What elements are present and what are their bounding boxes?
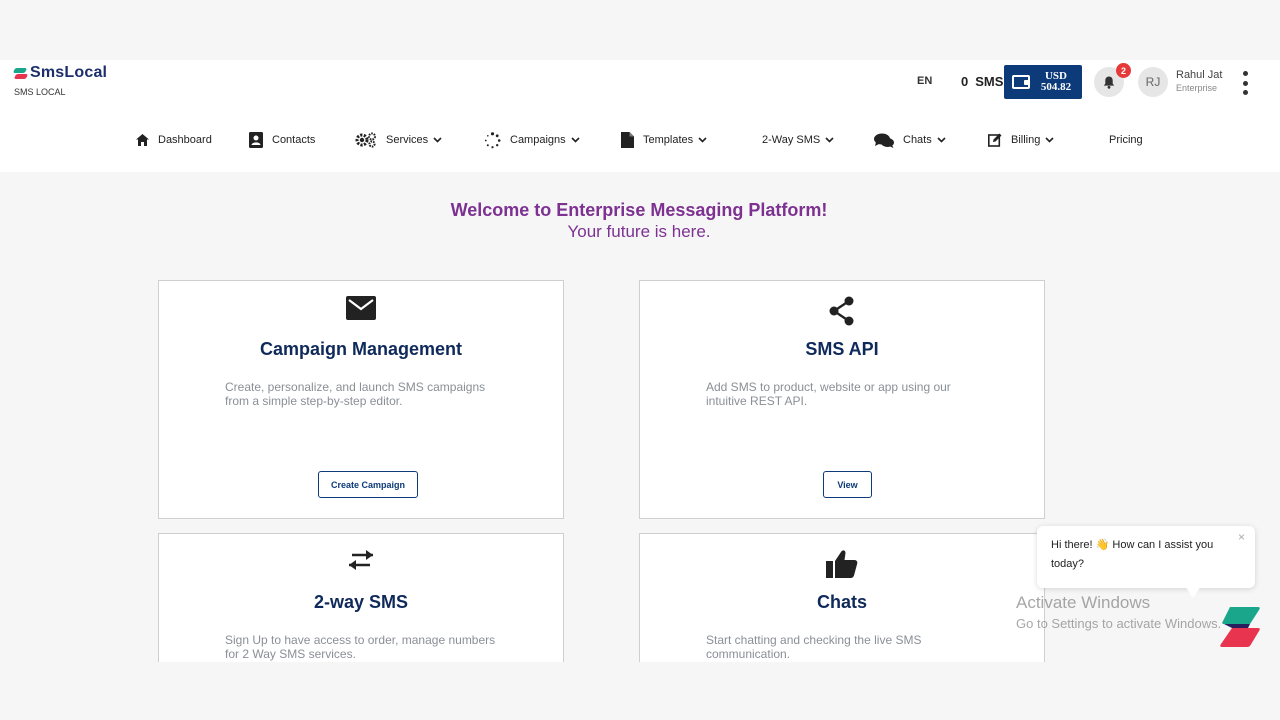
wallet-amount: 504.82 bbox=[1040, 81, 1072, 93]
top-header: SmsLocal SMS LOCAL EN 0 SMS USD 504.82 2 … bbox=[0, 60, 1280, 172]
wallet-icon bbox=[1012, 75, 1030, 89]
nav-chats[interactable]: Chats bbox=[874, 130, 946, 150]
card-sms-api: SMS API Add SMS to product, website or a… bbox=[639, 280, 1045, 519]
envelope-icon bbox=[346, 296, 376, 320]
welcome-subtitle: Your future is here. bbox=[567, 222, 711, 241]
notification-badge: 2 bbox=[1116, 63, 1131, 78]
card-title: SMS API bbox=[805, 339, 879, 359]
nav-pricing[interactable]: Pricing bbox=[1109, 130, 1143, 150]
spinner-icon bbox=[484, 131, 501, 148]
brand-name: SmsLocal bbox=[30, 64, 108, 81]
close-icon[interactable]: × bbox=[1238, 530, 1245, 544]
chat-greeting-popup[interactable]: Hi there! 👋 How can I assist you today? … bbox=[1037, 526, 1255, 588]
chevron-down-icon bbox=[937, 137, 946, 143]
nav-2way-sms-label: 2-Way SMS bbox=[762, 134, 821, 146]
card-title: Chats bbox=[816, 592, 867, 612]
view-api-button[interactable]: View bbox=[823, 471, 872, 498]
nav-billing-label: Billing bbox=[1011, 134, 1041, 146]
nav-campaigns-label: Campaigns bbox=[510, 134, 566, 146]
nav-pricing-label: Pricing bbox=[1109, 134, 1143, 146]
nav-services-label: Services bbox=[386, 134, 429, 146]
logo-mark-icon bbox=[14, 66, 28, 80]
nav-contacts-label: Contacts bbox=[272, 134, 316, 146]
nav-chats-label: Chats bbox=[903, 134, 932, 146]
share-icon bbox=[829, 296, 854, 326]
chevron-down-icon bbox=[698, 137, 707, 143]
nav-services[interactable]: Services bbox=[355, 130, 442, 150]
more-options-button[interactable] bbox=[1240, 71, 1250, 95]
thumbs-up-icon bbox=[826, 550, 858, 578]
user-avatar[interactable]: RJ bbox=[1138, 67, 1168, 97]
nav-dashboard-label: Dashboard bbox=[158, 134, 212, 146]
card-description: Sign Up to have access to order, manage … bbox=[225, 633, 496, 661]
card-campaign-management: Campaign Management Create, personalize,… bbox=[158, 280, 564, 519]
nav-dashboard[interactable]: Dashboard bbox=[136, 130, 212, 150]
sms-count-label: SMS bbox=[975, 74, 1004, 89]
nav-templates-label: Templates bbox=[643, 134, 694, 146]
chevron-down-icon bbox=[433, 137, 442, 143]
card-2way-sms: 2-way SMS Sign Up to have access to orde… bbox=[158, 533, 564, 662]
user-name[interactable]: Rahul Jat bbox=[1176, 69, 1222, 81]
document-icon bbox=[621, 132, 634, 148]
card-chats: Chats Start chatting and checking the li… bbox=[639, 533, 1045, 662]
windows-activation-title: Activate Windows bbox=[1016, 593, 1151, 612]
bell-icon bbox=[1103, 76, 1115, 89]
nav-templates[interactable]: Templates bbox=[621, 130, 707, 150]
brand-logo[interactable]: SmsLocal SMS LOCAL bbox=[14, 64, 107, 97]
chat-bubble-tail bbox=[1185, 586, 1201, 598]
chevron-down-icon bbox=[571, 137, 580, 143]
exchange-arrows-icon bbox=[349, 550, 373, 570]
contact-book-icon bbox=[249, 132, 263, 148]
sms-balance: 0 SMS bbox=[961, 74, 1003, 89]
language-selector[interactable]: EN bbox=[917, 75, 932, 87]
chat-greeting-text: Hi there! 👋 How can I assist you today? bbox=[1051, 539, 1214, 570]
brand-subtitle: SMS LOCAL bbox=[14, 87, 66, 97]
user-role: Enterprise bbox=[1176, 83, 1218, 93]
card-description: Add SMS to product, website or app using… bbox=[706, 380, 951, 408]
nav-billing[interactable]: Billing bbox=[988, 130, 1054, 150]
nav-2way-sms[interactable]: 2-Way SMS bbox=[762, 130, 834, 150]
home-icon bbox=[136, 134, 149, 146]
nav-contacts[interactable]: Contacts bbox=[249, 130, 315, 150]
nav-campaigns[interactable]: Campaigns bbox=[484, 130, 580, 150]
windows-activation-subtitle: Go to Settings to activate Windows. bbox=[1016, 616, 1222, 631]
card-title: Campaign Management bbox=[259, 339, 463, 359]
gears-icon bbox=[355, 132, 376, 148]
chevron-down-icon bbox=[825, 137, 834, 143]
card-description: Create, personalize, and launch SMS camp… bbox=[225, 380, 486, 408]
card-description: Start chatting and checking the live SMS… bbox=[706, 633, 922, 661]
chat-bubbles-icon bbox=[874, 133, 894, 148]
welcome-title: Welcome to Enterprise Messaging Platform… bbox=[450, 200, 828, 220]
wallet-balance-text: USD 504.82 bbox=[1030, 71, 1082, 93]
edit-icon bbox=[988, 133, 1002, 147]
chat-launcher-button[interactable] bbox=[1220, 604, 1262, 650]
chevron-down-icon bbox=[1045, 137, 1054, 143]
create-campaign-button[interactable]: Create Campaign bbox=[318, 471, 418, 498]
wallet-balance-button[interactable]: USD 504.82 bbox=[1004, 65, 1082, 99]
sms-count-value: 0 bbox=[961, 74, 969, 89]
card-title: 2-way SMS bbox=[313, 592, 409, 612]
